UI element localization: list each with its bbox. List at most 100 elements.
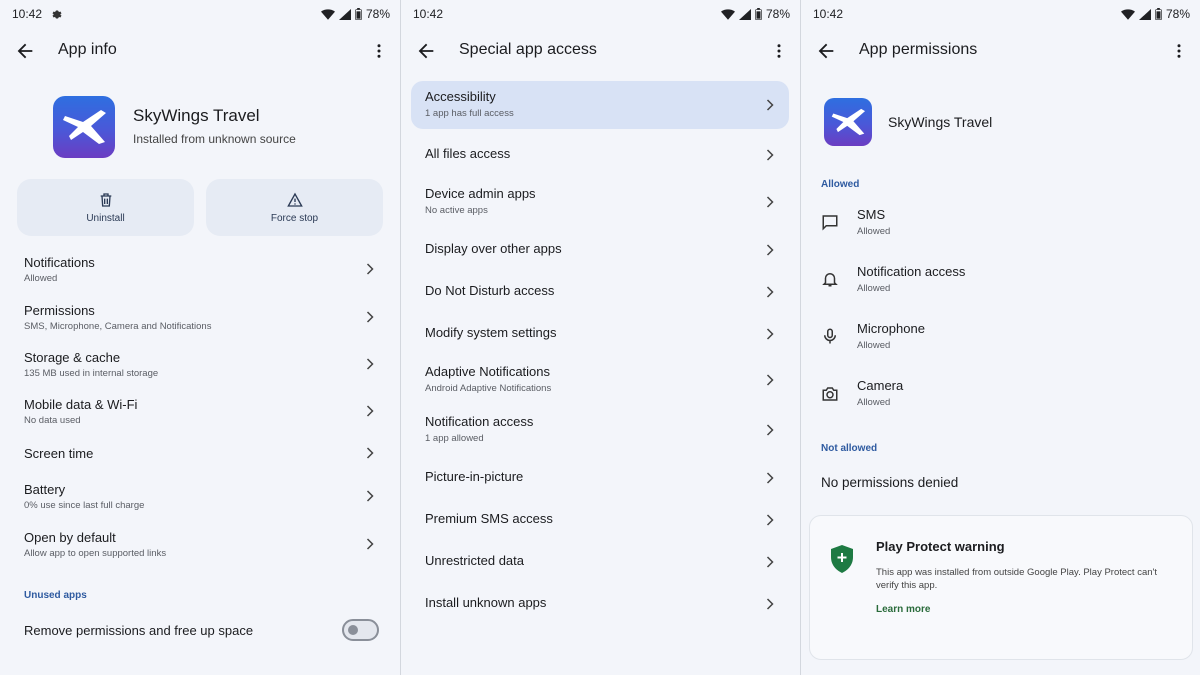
message-icon xyxy=(822,215,838,231)
chevron-right-icon xyxy=(766,99,774,111)
chevron-right-icon xyxy=(766,244,774,256)
top-app-bar: App info xyxy=(0,32,400,70)
more-vert-icon[interactable] xyxy=(770,40,788,62)
row-subtitle: No active apps xyxy=(425,205,488,216)
chevron-right-icon xyxy=(366,358,374,370)
back-arrow-icon[interactable] xyxy=(415,40,437,62)
row-title: All files access xyxy=(425,146,511,161)
status-time: 10:42 xyxy=(12,7,43,21)
row-title: Adaptive Notifications xyxy=(425,364,551,379)
row-title: Modify system settings xyxy=(425,325,557,340)
chevron-right-icon xyxy=(766,149,774,161)
special-access-row-premium-sms-access[interactable]: Premium SMS access xyxy=(411,511,789,545)
chevron-right-icon xyxy=(766,374,774,386)
chevron-right-icon xyxy=(366,538,374,550)
chevron-right-icon xyxy=(766,598,774,610)
chevron-right-icon xyxy=(366,263,374,275)
remove-permissions-toggle[interactable] xyxy=(342,619,379,641)
permission-status: Allowed xyxy=(857,397,891,408)
row-title: Display over other apps xyxy=(425,241,562,256)
bell-icon xyxy=(822,273,838,287)
page-title: App info xyxy=(58,41,117,58)
special-access-row-device-admin-apps[interactable]: Device admin apps No active apps xyxy=(411,186,789,220)
back-arrow-icon[interactable] xyxy=(815,40,837,62)
force-stop-label: Force stop xyxy=(270,212,319,224)
force-stop-button[interactable]: Force stop xyxy=(206,179,383,236)
signal-icon xyxy=(338,8,351,20)
toggle-knob xyxy=(348,625,358,635)
special-access-row-picture-in-picture[interactable]: Picture-in-picture xyxy=(411,469,789,503)
warning-body: This app was installed from outside Goog… xyxy=(876,567,1157,591)
settings-row-battery[interactable]: Battery 0% use since last full charge xyxy=(0,479,400,519)
settings-row-open-by-default[interactable]: Open by default Allow app to open suppor… xyxy=(0,527,400,567)
row-subtitle: Allowed xyxy=(24,273,58,284)
special-access-row-install-unknown-apps[interactable]: Install unknown apps xyxy=(411,595,789,629)
row-title: Permissions xyxy=(24,303,95,318)
more-vert-icon[interactable] xyxy=(1170,40,1188,62)
special-access-row-accessibility[interactable]: Accessibility 1 app has full access xyxy=(411,89,789,123)
top-app-bar: Special app access xyxy=(401,32,800,70)
chevron-right-icon xyxy=(766,514,774,526)
status-bar: 10:42 78% xyxy=(401,0,800,28)
row-title: Premium SMS access xyxy=(425,511,553,526)
page-title: App permissions xyxy=(859,41,978,58)
row-title: Storage & cache xyxy=(24,350,121,365)
app-source: Installed from unknown source xyxy=(133,132,296,146)
settings-row-notifications[interactable]: Notifications Allowed xyxy=(0,252,400,292)
section-header-unused-apps: Unused apps xyxy=(24,590,87,601)
settings-row-storage[interactable]: Storage & cache 135 MB used in internal … xyxy=(0,347,400,387)
row-subtitle: Android Adaptive Notifications xyxy=(425,383,552,394)
status-bar: 10:42 78% xyxy=(801,0,1200,28)
row-title: Open by default xyxy=(24,530,116,545)
row-title: Screen time xyxy=(24,446,94,461)
row-title: Picture-in-picture xyxy=(425,469,524,484)
warning-icon xyxy=(286,192,303,207)
section-header-allowed: Allowed xyxy=(821,179,860,190)
chevron-right-icon xyxy=(366,405,374,417)
learn-more-link[interactable]: Learn more xyxy=(876,604,930,615)
more-vert-icon[interactable] xyxy=(370,40,388,62)
row-title: Mobile data & Wi-Fi xyxy=(24,397,138,412)
settings-row-mobile-data[interactable]: Mobile data & Wi-Fi No data used xyxy=(0,394,400,434)
settings-row-permissions[interactable]: Permissions SMS, Microphone, Camera and … xyxy=(0,300,400,340)
row-subtitle: 135 MB used in internal storage xyxy=(24,368,159,379)
gear-icon xyxy=(52,10,62,19)
special-access-row-do-not-disturb-access[interactable]: Do Not Disturb access xyxy=(411,283,789,317)
chevron-right-icon xyxy=(766,556,774,568)
status-bar: 10:42 78% xyxy=(0,0,400,28)
shield-icon xyxy=(831,545,853,573)
special-access-row-notification-access[interactable]: Notification access 1 app allowed xyxy=(411,414,789,448)
permission-title: Camera xyxy=(857,378,904,393)
permission-title: SMS xyxy=(857,207,886,222)
chevron-right-icon xyxy=(766,328,774,340)
row-title: Do Not Disturb access xyxy=(425,283,555,298)
chevron-right-icon xyxy=(766,196,774,208)
permission-title: Microphone xyxy=(857,321,925,336)
row-subtitle: 0% use since last full charge xyxy=(24,500,145,511)
settings-row-screen-time[interactable]: Screen time xyxy=(0,442,400,466)
wifi-icon xyxy=(320,8,335,20)
special-access-row-modify-system-settings[interactable]: Modify system settings xyxy=(411,325,789,359)
chevron-right-icon xyxy=(766,472,774,484)
permission-status: Allowed xyxy=(857,226,891,237)
back-arrow-icon[interactable] xyxy=(14,40,36,62)
status-time: 10:42 xyxy=(413,7,444,21)
special-access-row-all-files-access[interactable]: All files access xyxy=(411,146,789,180)
special-access-row-unrestricted-data[interactable]: Unrestricted data xyxy=(411,553,789,587)
special-access-row-adaptive-notifications[interactable]: Adaptive Notifications Android Adaptive N… xyxy=(411,364,789,398)
row-subtitle: 1 app allowed xyxy=(425,433,484,444)
uninstall-button[interactable]: Uninstall xyxy=(17,179,194,236)
row-title: Install unknown apps xyxy=(425,595,547,610)
battery-icon xyxy=(755,8,762,20)
row-subtitle: SMS, Microphone, Camera and Notification… xyxy=(24,321,212,332)
permission-status: Allowed xyxy=(857,340,891,351)
permission-status: Allowed xyxy=(857,283,891,294)
battery-percent: 78% xyxy=(365,7,390,21)
row-title: Device admin apps xyxy=(425,186,536,201)
warning-title: Play Protect warning xyxy=(876,539,1005,554)
no-permissions-denied-text: No permissions denied xyxy=(821,475,959,490)
app-name: SkyWings Travel xyxy=(133,106,260,125)
chevron-right-icon xyxy=(366,490,374,502)
special-access-row-display-over-other-apps[interactable]: Display over other apps xyxy=(411,241,789,275)
wifi-icon xyxy=(720,8,735,20)
